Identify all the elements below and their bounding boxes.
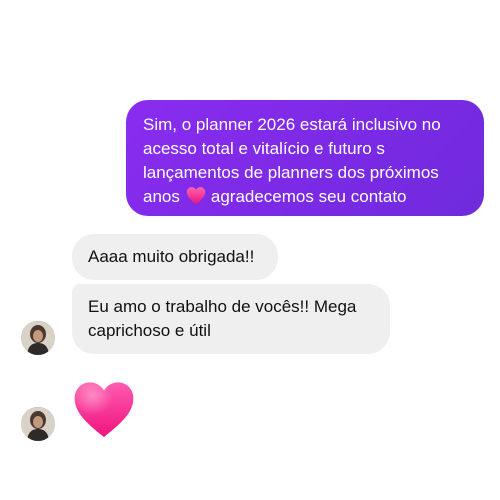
avatar-photo	[21, 407, 55, 441]
message-line: Sim, o planner 2026 estará inclusivo no	[143, 115, 441, 134]
message-text: anos	[143, 187, 180, 206]
message-line: lançamentos de planners dos próximos	[143, 163, 439, 182]
pink-heart-icon	[186, 186, 206, 212]
message-line: Eu amo o trabalho de vocês!! Mega	[88, 297, 357, 316]
message-line: acesso total e vitalício e futuro s	[143, 139, 385, 158]
outgoing-message-bubble[interactable]: Sim, o planner 2026 estará inclusivo no …	[126, 100, 484, 216]
incoming-message-bubble[interactable]: Aaaa muito obrigada!!	[72, 234, 278, 280]
avatar[interactable]	[21, 407, 55, 441]
pink-heart-icon[interactable]	[72, 378, 136, 440]
avatar[interactable]	[21, 321, 55, 355]
message-text: Aaaa muito obrigada!!	[88, 247, 255, 266]
message-line-last: anos agradecemos seu contato	[143, 185, 470, 212]
message-line: caprichoso e útil	[88, 321, 211, 340]
message-text: agradecemos seu contato	[210, 187, 407, 206]
avatar-photo	[21, 321, 55, 355]
message-thread: Sim, o planner 2026 estará inclusivo no …	[0, 0, 500, 500]
incoming-message-bubble[interactable]: Eu amo o trabalho de vocês!! Mega capric…	[72, 284, 390, 354]
